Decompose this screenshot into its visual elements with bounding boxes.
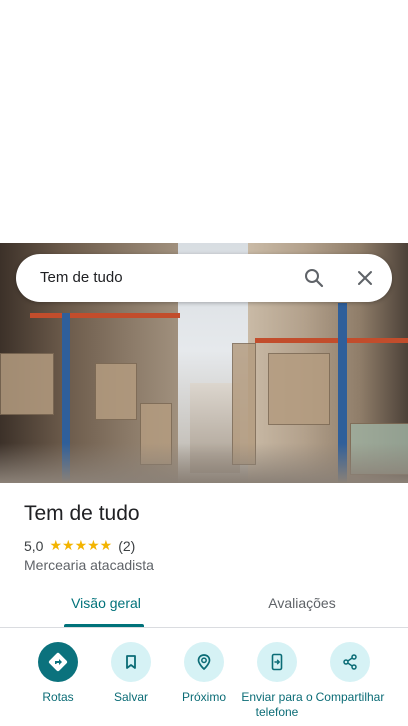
tab-overview[interactable]: Visão geral bbox=[56, 595, 156, 611]
rating-stars-icon: ★★★★★ bbox=[49, 537, 113, 553]
send-to-phone-icon bbox=[271, 653, 283, 671]
nearby-button[interactable]: Próximo bbox=[168, 642, 240, 705]
share-label: Compartilhar bbox=[315, 690, 385, 704]
tab-reviews[interactable]: Avaliações bbox=[252, 595, 352, 611]
search-bar[interactable]: Tem de tudo bbox=[16, 254, 392, 302]
save-label: Salvar bbox=[113, 690, 148, 704]
place-category[interactable]: Mercearia atacadista bbox=[24, 557, 154, 573]
place-title: Tem de tudo bbox=[24, 502, 140, 525]
share-icon bbox=[343, 654, 357, 670]
close-icon[interactable] bbox=[353, 266, 377, 290]
bookmark-icon bbox=[126, 655, 136, 669]
send-to-phone-button[interactable]: Enviar para o telefone bbox=[241, 642, 313, 720]
map-blank-area bbox=[0, 0, 408, 243]
rating-row[interactable]: 5,0 ★★★★★ (2) bbox=[24, 537, 135, 554]
nearby-icon bbox=[197, 654, 211, 671]
search-input[interactable]: Tem de tudo bbox=[40, 269, 123, 286]
search-icon[interactable] bbox=[302, 266, 326, 290]
review-count[interactable]: (2) bbox=[118, 538, 135, 554]
share-button[interactable]: Compartilhar bbox=[314, 642, 386, 705]
nearby-label: Próximo bbox=[181, 690, 226, 704]
rating-value: 5,0 bbox=[24, 537, 44, 554]
save-button[interactable]: Salvar bbox=[95, 642, 167, 705]
directions-icon bbox=[48, 652, 68, 672]
tab-divider bbox=[0, 627, 408, 628]
directions-label: Rotas bbox=[42, 690, 74, 704]
send-to-phone-label: Enviar para o telefone bbox=[241, 690, 313, 719]
directions-button[interactable]: Rotas bbox=[22, 642, 94, 705]
